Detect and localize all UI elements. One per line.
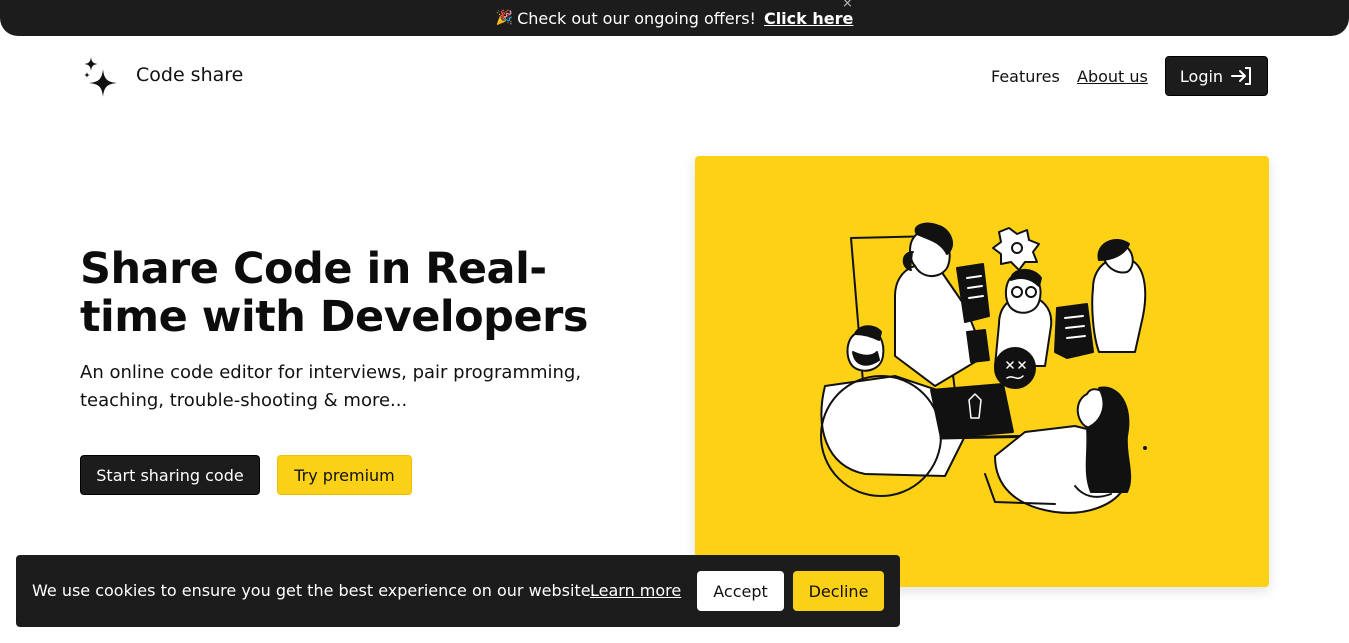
offers-link[interactable]: Click here — [764, 9, 853, 28]
sign-in-icon — [1231, 67, 1252, 85]
developers-illustration — [820, 222, 1147, 514]
nav-about-link[interactable]: About us — [1077, 67, 1148, 86]
accept-cookies-button[interactable]: Accept — [697, 571, 784, 611]
start-sharing-button[interactable]: Start sharing code — [80, 455, 260, 495]
sparkles-icon[interactable] — [83, 57, 119, 97]
announcement-banner: 🎉 Check out our ongoing offers! Click he… — [0, 0, 1349, 36]
close-icon[interactable]: × — [842, 0, 853, 11]
brand-name[interactable]: Code share — [136, 64, 243, 86]
cookie-message: We use cookies to ensure you get the bes… — [32, 581, 596, 600]
hero-title: Share Code in Real-time with Developers — [80, 244, 588, 342]
try-premium-button[interactable]: Try premium — [277, 455, 412, 495]
decline-cookies-button[interactable]: Decline — [793, 571, 884, 611]
party-popper-icon: 🎉 — [495, 10, 514, 26]
hero-illustration — [695, 156, 1269, 587]
hero-subtitle: An online code editor for interviews, pa… — [80, 362, 582, 411]
nav-features-link[interactable]: Features — [991, 67, 1060, 86]
announcement-text: Check out our ongoing offers! — [517, 8, 756, 28]
cookie-consent-banner: We use cookies to ensure you get the bes… — [16, 555, 900, 627]
login-button[interactable]: Login — [1165, 56, 1268, 96]
learn-more-link[interactable]: Learn more — [590, 581, 681, 600]
login-label: Login — [1179, 66, 1224, 86]
